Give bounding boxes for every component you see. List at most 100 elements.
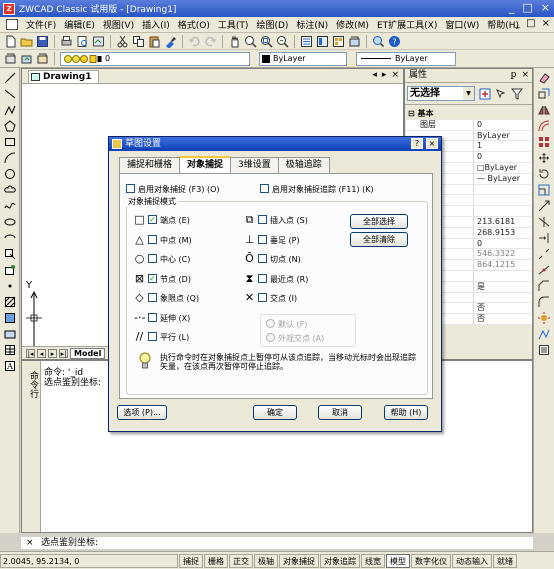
chamfer-icon[interactable] [538,280,550,292]
snap-mode-checkbox[interactable] [258,215,267,224]
enable-tracking-checkbox[interactable] [260,184,269,193]
doc-restore-button[interactable]: □ [526,18,535,29]
redo-icon[interactable] [204,35,217,48]
status-toggle-4[interactable]: 对象捕捉 [279,553,319,568]
selection-dropdown[interactable]: 无选择 ▼ [407,86,475,101]
zoom-previous-icon[interactable] [276,35,289,48]
copy-object-icon[interactable] [538,88,550,100]
status-toggle-10[interactable]: 就绪 [493,553,517,568]
select-all-button[interactable]: 全部选择 [350,214,408,229]
dialog-help-button[interactable]: ? [411,138,423,149]
maximize-button[interactable]: □ [522,2,532,14]
coordinate-readout[interactable]: 2.0045, 95.2134, 0 [0,553,178,568]
copy-icon[interactable] [132,35,145,48]
status-toggle-3[interactable]: 极轴 [254,553,278,568]
next-layout-button[interactable]: ▸ [48,348,57,358]
stretch-icon[interactable] [538,200,550,212]
drawing-tab[interactable]: Drawing1 [28,70,99,83]
rectangle-icon[interactable] [4,136,16,148]
menu-view[interactable]: 视图(V) [99,18,138,31]
layer-dropdown[interactable]: 0 [60,51,250,66]
undo-icon[interactable] [188,35,201,48]
extend-icon[interactable] [538,232,550,244]
revision-cloud-icon[interactable] [4,184,16,196]
zoom-window-icon[interactable] [260,35,273,48]
doc-minimize-button[interactable]: _ [515,18,520,29]
document-icon[interactable] [6,19,18,30]
find-search-icon[interactable] [372,35,385,48]
circle-icon[interactable] [4,168,16,180]
menu-tools[interactable]: 工具(T) [214,18,253,31]
last-layout-button[interactable]: ▸| [59,348,68,358]
tab-scroll-left-button[interactable]: ◂ [372,70,377,80]
offset-icon[interactable] [538,120,550,132]
snap-mode-checkbox[interactable] [148,234,157,244]
help-icon[interactable]: ? [388,35,401,48]
line-icon[interactable] [4,72,16,84]
properties-close-button[interactable]: × [521,69,529,82]
color-dropdown[interactable]: ByLayer [259,51,347,66]
command-input[interactable]: × 选点鉴别坐标: [21,537,533,549]
open-folder-icon[interactable] [20,35,33,48]
status-toggle-5[interactable]: 对象追踪 [320,553,360,568]
status-toggle-9[interactable]: 动态输入 [452,553,492,568]
design-center-icon[interactable] [316,35,329,48]
snap-mode-checkbox[interactable] [258,273,267,283]
doc-close-button[interactable]: × [542,18,550,29]
properties-palette-icon[interactable] [300,35,313,48]
explode-icon[interactable] [538,312,550,324]
region-icon[interactable] [4,328,16,340]
gradient-icon[interactable] [4,312,16,324]
table-icon[interactable] [4,344,16,356]
zwcad-app-icon[interactable]: Z [3,2,15,15]
tab-3d-settings[interactable]: 3维设置 [230,157,279,173]
menu-et-tools[interactable]: ET扩展工具(X) [373,18,441,31]
snap-mode-checkbox[interactable] [148,293,157,302]
pan-hand-icon[interactable] [228,34,241,48]
print-icon[interactable] [60,35,73,48]
model-tab[interactable]: Model [70,347,106,359]
polygon-icon[interactable] [4,120,16,132]
minimize-button[interactable]: _ [509,2,515,14]
mirror-icon[interactable] [538,104,550,116]
tab-polar-tracking[interactable]: 极轴追踪 [277,157,330,173]
edit-polyline-icon[interactable] [538,328,550,340]
scale-icon[interactable] [538,184,550,196]
point-icon[interactable] [4,280,16,292]
ellipse-icon[interactable] [4,216,16,228]
break-icon[interactable] [538,248,550,260]
match-properties-icon[interactable] [164,35,177,48]
menu-modify[interactable]: 修改(M) [332,18,373,31]
command-close-icon[interactable]: × [26,537,34,549]
menu-format[interactable]: 格式(O) [174,18,214,31]
arc-icon[interactable] [4,152,16,164]
snap-mode-checkbox[interactable] [148,254,157,263]
ok-button[interactable]: 确定 [253,405,297,420]
chevron-down-icon[interactable]: ▼ [463,87,474,100]
status-toggle-1[interactable]: 栅格 [204,553,228,568]
apparent-intersection-radio[interactable] [266,333,275,342]
layer-manager-icon[interactable] [348,35,361,48]
snap-mode-checkbox[interactable]: ✓ [148,215,157,224]
paste-icon[interactable] [148,35,161,48]
multiline-text-icon[interactable]: A [4,360,16,372]
properties-edit-icon[interactable] [538,344,550,356]
fillet-icon[interactable] [538,296,550,308]
tab-object-snap[interactable]: 对象捕捉 [179,156,232,173]
properties-pin-icon[interactable]: ꝑ [511,69,517,82]
ray-icon[interactable] [4,88,16,100]
snap-mode-checkbox[interactable] [148,332,157,341]
dialog-close-button[interactable]: × [426,138,438,149]
menu-file[interactable]: 文件(F) [22,18,60,31]
menu-dimension[interactable]: 标注(N) [292,18,332,31]
snap-mode-checkbox[interactable] [258,234,267,244]
menu-insert[interactable]: 插入(I) [138,18,174,31]
print-preview-icon[interactable] [76,35,89,48]
menu-edit[interactable]: 编辑(E) [60,18,99,31]
help-button[interactable]: 帮助 (H) [384,405,428,420]
layer-previous-icon[interactable] [20,52,33,65]
array-icon[interactable] [538,136,550,148]
status-toggle-2[interactable]: 正交 [229,553,253,568]
enable-osnap-checkbox[interactable] [126,184,135,193]
insert-block-icon[interactable] [4,248,16,260]
